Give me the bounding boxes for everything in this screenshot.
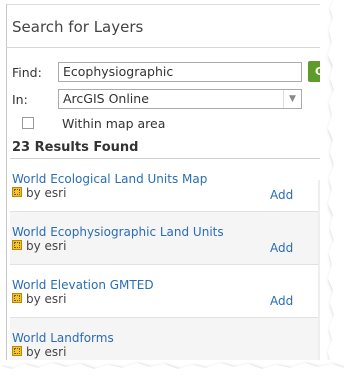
map-layer-icon <box>12 187 22 197</box>
result-owner: by esri <box>26 239 67 253</box>
in-label: In: <box>12 92 28 107</box>
map-layer-icon <box>12 346 22 356</box>
find-input[interactable]: Ecophysiographic <box>58 62 302 82</box>
chevron-down-icon[interactable]: ▼ <box>283 90 301 108</box>
source-select-value: ArcGIS Online <box>63 91 149 106</box>
add-layer-button[interactable]: Add <box>270 241 293 255</box>
results-list: World Ecological Land Units Map by esri … <box>10 158 326 379</box>
result-item: World Ecological Land Units Map by esri … <box>10 159 326 212</box>
within-map-checkbox[interactable] <box>22 117 34 129</box>
result-owner: by esri <box>26 345 67 359</box>
add-layer-button[interactable]: Add <box>270 294 293 308</box>
results-count: 23 Results Found <box>12 140 139 155</box>
result-owner: by esri <box>26 292 67 306</box>
divider <box>6 47 328 48</box>
result-item: World Ecophysiographic Land Units by esr… <box>10 212 326 265</box>
torn-edge-bottom <box>0 360 344 375</box>
map-layer-icon <box>12 240 22 250</box>
result-title-link[interactable]: World Ecological Land Units Map <box>12 172 207 186</box>
find-label: Find: <box>12 65 42 80</box>
add-layer-button[interactable]: Add <box>270 188 293 202</box>
map-layer-icon <box>12 293 22 303</box>
result-title-link[interactable]: World Ecophysiographic Land Units <box>12 225 224 239</box>
result-item: World Elevation GMTED by esri Add <box>10 265 326 318</box>
within-map-label: Within map area <box>62 116 166 131</box>
panel-title: Search for Layers <box>12 18 144 36</box>
result-owner: by esri <box>26 186 67 200</box>
source-select[interactable]: ArcGIS Online ▼ <box>58 89 302 109</box>
torn-edge-right <box>320 0 344 375</box>
result-title-link[interactable]: World Landforms <box>12 331 114 345</box>
result-title-link[interactable]: World Elevation GMTED <box>12 278 154 292</box>
